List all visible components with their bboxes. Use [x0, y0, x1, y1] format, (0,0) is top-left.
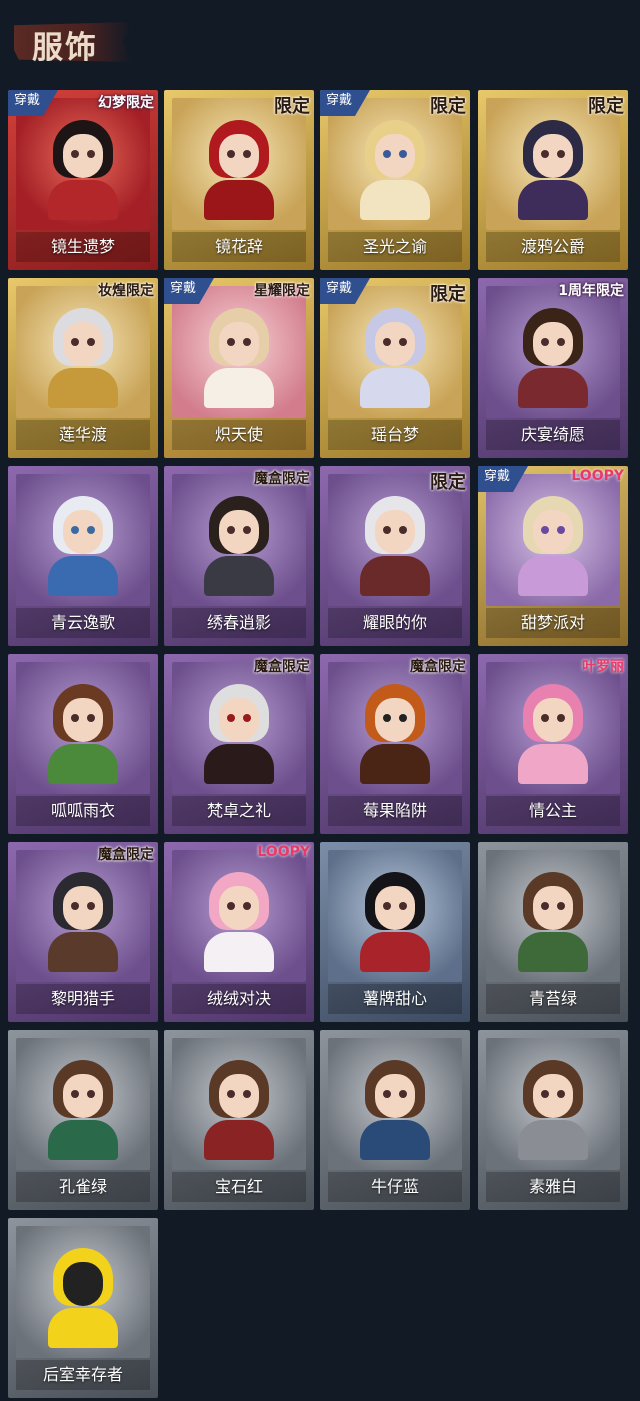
- outfit-card[interactable]: 魔盒限定 黎明猎手: [8, 842, 158, 1022]
- outfit-name: 莲华渡: [58, 425, 107, 444]
- character-portrait: [518, 1060, 588, 1160]
- character-portrait: [518, 120, 588, 220]
- outfit-name: 后室幸存者: [42, 1365, 123, 1384]
- character-portrait: [48, 496, 118, 596]
- character-portrait: [48, 684, 118, 784]
- limited-tag: 限定: [588, 96, 624, 117]
- limited-tag: 限定: [430, 472, 466, 493]
- limited-tag: 限定: [274, 96, 310, 117]
- limited-tag: 魔盒限定: [98, 847, 154, 863]
- character-portrait: [360, 684, 430, 784]
- yeluoli-tag: 叶罗丽: [582, 659, 624, 675]
- limited-tag: 妆煌限定: [98, 283, 154, 299]
- limited-tag: 幻梦限定: [98, 95, 154, 111]
- character-portrait: [48, 1060, 118, 1160]
- outfit-card[interactable]: 薯牌甜心: [320, 842, 470, 1022]
- outfit-name: 黎明猎手: [50, 989, 115, 1008]
- outfit-card[interactable]: 后室幸存者: [8, 1218, 158, 1398]
- outfit-name: 瑶台梦: [370, 425, 419, 444]
- outfit-name: 绒绒对决: [206, 989, 271, 1008]
- outfit-name: 圣光之谕: [362, 237, 427, 256]
- outfit-card[interactable]: 牛仔蓝: [320, 1030, 470, 1210]
- loopy-tag: LOOPY: [257, 844, 310, 860]
- character-portrait: [518, 308, 588, 408]
- character-portrait: [518, 872, 588, 972]
- character-portrait: [204, 684, 274, 784]
- outfit-name: 炽天使: [214, 425, 263, 444]
- outfit-name: 镜生遗梦: [50, 237, 115, 256]
- outfit-name: 宝石红: [214, 1177, 263, 1196]
- outfit-name: 青云逸歌: [50, 613, 115, 632]
- outfit-card[interactable]: 素雅白: [478, 1030, 628, 1210]
- outfit-card[interactable]: 穿戴 LOOPY 甜梦派对: [478, 466, 628, 646]
- character-portrait: [204, 496, 274, 596]
- limited-tag: 限定: [430, 284, 466, 305]
- outfit-card[interactable]: 穿戴 限定 瑶台梦: [320, 278, 470, 458]
- loopy-tag: LOOPY: [571, 468, 624, 484]
- outfit-card[interactable]: 呱呱雨衣: [8, 654, 158, 834]
- outfit-card[interactable]: 穿戴 限定 圣光之谕: [320, 90, 470, 270]
- character-portrait: [518, 684, 588, 784]
- outfit-name: 牛仔蓝: [370, 1177, 419, 1196]
- outfit-card[interactable]: 孔雀绿: [8, 1030, 158, 1210]
- outfit-card[interactable]: 青苔绿: [478, 842, 628, 1022]
- limited-tag: 魔盒限定: [254, 471, 310, 487]
- character-portrait: [360, 496, 430, 596]
- character-portrait: [360, 308, 430, 408]
- limited-tag: 魔盒限定: [410, 659, 466, 675]
- outfit-card[interactable]: LOOPY 绒绒对决: [164, 842, 314, 1022]
- outfit-card[interactable]: 限定 耀眼的你: [320, 466, 470, 646]
- outfit-name: 孔雀绿: [58, 1177, 107, 1196]
- character-portrait: [360, 120, 430, 220]
- outfit-name: 莓果陷阱: [362, 801, 427, 820]
- outfit-name: 绣春逍影: [206, 613, 271, 632]
- outfit-card[interactable]: 魔盒限定 莓果陷阱: [320, 654, 470, 834]
- outfit-name: 薯牌甜心: [362, 989, 427, 1008]
- outfit-card[interactable]: 限定 渡鸦公爵: [478, 90, 628, 270]
- character-portrait: [518, 496, 588, 596]
- outfit-name: 呱呱雨衣: [50, 801, 115, 820]
- outfit-grid: 穿戴 幻梦限定 镜生遗梦 限定 镜花辞 穿戴 限定 圣光之谕 限定 渡鸦公爵 妆…: [0, 0, 640, 1401]
- outfit-card[interactable]: 穿戴 星耀限定 炽天使: [164, 278, 314, 458]
- outfit-name: 情公主: [528, 801, 577, 820]
- character-portrait: [360, 872, 430, 972]
- outfit-card[interactable]: 宝石红: [164, 1030, 314, 1210]
- outfit-name: 素雅白: [528, 1177, 577, 1196]
- outfit-card[interactable]: 魔盒限定 梵卓之礼: [164, 654, 314, 834]
- character-portrait: [204, 872, 274, 972]
- outfit-name: 梵卓之礼: [206, 801, 271, 820]
- outfit-card[interactable]: 1周年限定 庆宴绮愿: [478, 278, 628, 458]
- character-portrait: [48, 308, 118, 408]
- character-portrait: [48, 120, 118, 220]
- character-portrait: [360, 1060, 430, 1160]
- limited-tag: 魔盒限定: [254, 659, 310, 675]
- outfit-name: 镜花辞: [214, 237, 263, 256]
- character-portrait: [204, 308, 274, 408]
- outfit-name: 庆宴绮愿: [520, 425, 585, 444]
- outfit-name: 耀眼的你: [362, 613, 427, 632]
- limited-tag: 星耀限定: [254, 283, 310, 299]
- outfit-card[interactable]: 限定 镜花辞: [164, 90, 314, 270]
- outfit-card[interactable]: 穿戴 幻梦限定 镜生遗梦: [8, 90, 158, 270]
- outfit-name: 渡鸦公爵: [520, 237, 585, 256]
- character-portrait: [48, 1248, 118, 1348]
- outfit-card[interactable]: 妆煌限定 莲华渡: [8, 278, 158, 458]
- limited-tag: 1周年限定: [558, 283, 624, 299]
- character-portrait: [204, 1060, 274, 1160]
- character-portrait: [204, 120, 274, 220]
- outfit-name: 青苔绿: [528, 989, 577, 1008]
- outfit-card[interactable]: 魔盒限定 绣春逍影: [164, 466, 314, 646]
- limited-tag: 限定: [430, 96, 466, 117]
- outfit-name: 甜梦派对: [520, 613, 585, 632]
- character-portrait: [48, 872, 118, 972]
- outfit-card[interactable]: 叶罗丽 情公主: [478, 654, 628, 834]
- outfit-card[interactable]: 青云逸歌: [8, 466, 158, 646]
